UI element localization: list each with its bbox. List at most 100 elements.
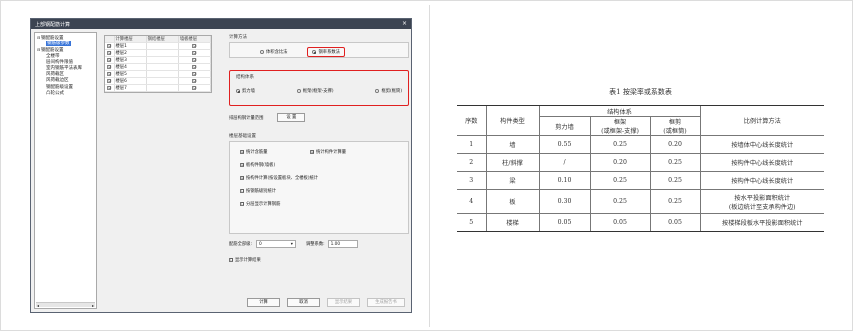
close-icon[interactable]: ×: [402, 21, 407, 27]
floor-row-check[interactable]: ☑: [105, 56, 115, 65]
radio-selected-icon[interactable]: [312, 50, 317, 54]
grid-header-slab-floor: 墙板楼层: [178, 36, 212, 44]
radio-frame[interactable]: 框架(框架-支撑): [296, 88, 334, 94]
steel-floor-cell[interactable]: [146, 70, 179, 79]
checkbox-icon[interactable]: ☑: [310, 149, 314, 154]
checkbox-icon[interactable]: ☐: [240, 188, 244, 193]
screenshot-page: 上部钢配筋计算 × ⊟钢配筋设置 钢筋级参数 ⊟钢配筋设置 全楼带 层间构件限值 室内钢筋…: [0, 0, 853, 331]
scroll-right-icon[interactable]: ▸: [92, 303, 94, 308]
chevron-down-icon[interactable]: ▾: [291, 241, 293, 247]
floor-row[interactable]: ☑ 楼层5 ☑: [105, 70, 212, 79]
scroll-left-icon[interactable]: ◂: [37, 303, 39, 308]
floor-options-title: 楼层基础设置: [229, 134, 256, 139]
header-frame-shear: 框剪 (或框筒): [649, 116, 700, 136]
floor-row[interactable]: ☑ 楼层6 ☑: [105, 77, 212, 86]
checkbox-rebar-ratio[interactable]: ☑ 统计含筋量: [240, 145, 310, 158]
floor-name: 楼层2: [114, 49, 147, 58]
slab-floor-cell[interactable]: ☑: [178, 56, 212, 65]
radio-icon[interactable]: [296, 89, 301, 93]
steel-floor-cell[interactable]: [146, 49, 179, 58]
checkbox-member-quantity[interactable]: ☑ 统计构件计算量: [310, 145, 346, 158]
rebar-grade-select[interactable]: 0 ▾: [255, 240, 296, 248]
tree-item[interactable]: 凸轮公式: [37, 91, 94, 97]
checkbox-icon[interactable]: ☑: [107, 85, 111, 90]
checkbox-icon[interactable]: ☑: [192, 57, 197, 62]
steel-floor-cell[interactable]: [146, 77, 179, 86]
checkbox-icon[interactable]: ☑: [107, 71, 111, 76]
checkbox-icon[interactable]: ☑: [240, 149, 244, 154]
floor-row[interactable]: ☑ 楼层7 ☑: [105, 84, 212, 93]
checkbox-icon[interactable]: ☑: [192, 85, 197, 90]
coefficient-table: 序数 构件类型 结构体系 比例计算方法 剪力墙 框架 (或框架-支撑) 框剪 (…: [457, 105, 824, 232]
checkbox-by-grade-label: 按钢筋级别统计: [246, 188, 277, 194]
floor-row-check[interactable]: ☑: [105, 70, 115, 79]
floor-row[interactable]: ☑ 楼层2 ☑: [105, 49, 212, 58]
table-header-row-1: 序数 构件类型 结构体系 比例计算方法: [457, 105, 824, 136]
slab-floor-cell[interactable]: ☑: [178, 84, 212, 93]
checkbox-icon[interactable]: ☑: [107, 50, 111, 55]
radio-icon[interactable]: [375, 89, 380, 93]
settings-panel: 计算方法 体积含比法 钢率系数法 结构体系 剪力墙 框架(框架-支撑) 框剪(框…: [229, 34, 409, 266]
checkbox-layered-display[interactable]: ☐ 分层显示计算钢筋: [240, 197, 408, 210]
cell-frame: 0.25: [589, 189, 650, 214]
checkbox-icon[interactable]: ☐: [229, 257, 233, 262]
checkbox-icon[interactable]: ☑: [240, 175, 244, 180]
steel-floor-cell[interactable]: [146, 63, 179, 72]
radio-frame-label: 框架(框架-支撑): [302, 89, 334, 94]
steel-floor-cell[interactable]: [146, 56, 179, 65]
checkbox-icon[interactable]: ☑: [192, 50, 197, 55]
tree-horizontal-scrollbar[interactable]: ◂ ▸: [36, 302, 95, 308]
checkbox-show-results[interactable]: ☐ 显示计算结果: [229, 253, 409, 266]
checkbox-icon[interactable]: ☐: [240, 201, 244, 206]
floor-row-check[interactable]: ☑: [105, 42, 115, 51]
checkbox-slab-steel-label: 板构件钢(墙板): [246, 162, 276, 168]
generate-report-button[interactable]: 生成报告书: [367, 298, 405, 307]
radio-volume-ratio[interactable]: 体积含比法: [260, 49, 287, 55]
radio-coefficient-method[interactable]: 钢率系数法: [307, 47, 345, 57]
slab-floor-cell[interactable]: ☑: [178, 77, 212, 86]
coef-settings-button[interactable]: 设 置: [277, 113, 306, 122]
radio-shear-wall[interactable]: 剪力墙: [236, 88, 255, 94]
cancel-button[interactable]: 取消: [287, 298, 320, 307]
cell-method: 按墙体中心线长度统计: [699, 135, 824, 154]
cell-type: 楼梯: [485, 213, 539, 232]
radio-icon[interactable]: [260, 50, 264, 54]
checkbox-icon[interactable]: ☑: [240, 162, 244, 167]
checkbox-icon[interactable]: ☑: [192, 43, 197, 48]
table-row: 3 梁 0.10 0.25 0.25 按构件中心线长度统计: [457, 171, 824, 190]
checkbox-icon[interactable]: ☑: [107, 57, 111, 62]
checkbox-icon[interactable]: ☑: [192, 64, 197, 69]
floor-row-check[interactable]: ☑: [105, 63, 115, 72]
checkbox-icon[interactable]: ☑: [192, 71, 197, 76]
checkbox-icon[interactable]: ☑: [107, 64, 111, 69]
floor-row-check[interactable]: ☑: [105, 84, 115, 93]
checkbox-icon[interactable]: ☑: [192, 78, 197, 83]
radio-frame-shear[interactable]: 框剪(框筒): [375, 88, 402, 94]
table-row: 5 楼梯 0.05 0.05 0.05 按楼梯段板水平投影面积统计: [457, 213, 824, 232]
slab-floor-cell[interactable]: ☑: [178, 70, 212, 79]
adjust-coef-input[interactable]: 1.00: [327, 240, 358, 248]
checkbox-by-member[interactable]: ☑ 按构件计算(按设置板块、全楼板)统计: [240, 171, 408, 184]
floor-row[interactable]: ☑ 楼层1 ☑: [105, 42, 212, 51]
slab-floor-cell[interactable]: ☑: [178, 49, 212, 58]
header-structure-group: 结构体系: [538, 105, 700, 117]
dialog-title: 上部钢配筋计算: [35, 21, 71, 28]
steel-floor-cell[interactable]: [146, 42, 179, 51]
floor-row-check[interactable]: ☑: [105, 49, 115, 58]
checkbox-layered-display-label: 分层显示计算钢筋: [246, 201, 281, 207]
slab-floor-cell[interactable]: ☑: [178, 63, 212, 72]
floor-row-check[interactable]: ☑: [105, 77, 115, 86]
floor-row[interactable]: ☑ 楼层3 ☑: [105, 56, 212, 65]
steel-floor-cell[interactable]: [146, 84, 179, 93]
cell-no: 2: [457, 153, 486, 172]
calculate-button[interactable]: 计算: [247, 298, 280, 307]
checkbox-icon[interactable]: ☑: [107, 78, 111, 83]
slab-floor-cell[interactable]: ☑: [178, 42, 212, 51]
show-results-button[interactable]: 显示结果: [327, 298, 360, 307]
checkbox-slab-steel[interactable]: ☑ 板构件钢(墙板): [240, 158, 408, 171]
checkbox-member-quantity-label: 统计构件计算量: [316, 149, 347, 155]
floor-row[interactable]: ☑ 楼层4 ☑: [105, 63, 212, 72]
checkbox-by-grade[interactable]: ☐ 按钢筋级别统计: [240, 184, 408, 197]
radio-selected-icon[interactable]: [236, 89, 240, 93]
checkbox-icon[interactable]: ☑: [107, 43, 111, 48]
